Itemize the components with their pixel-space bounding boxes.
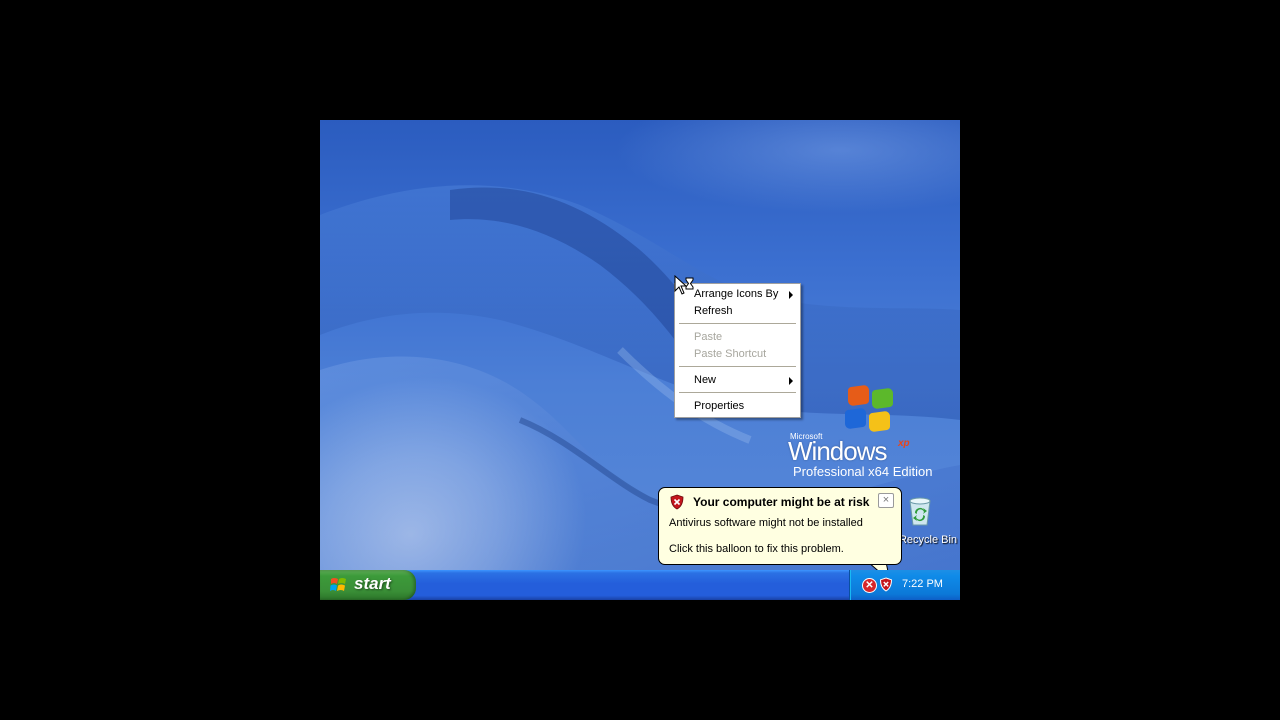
desktop-screen[interactable]: Microsoft Windows xp Professional x64 Ed… [320,120,960,600]
menu-separator [679,392,796,393]
security-alert-balloon[interactable]: Your computer might be at risk × Antivir… [658,487,902,565]
start-label: start [354,574,391,593]
flag-yellow-pane [869,410,890,433]
logo-edition-text: Professional x64 Edition [793,464,933,479]
security-shield-icon [670,494,684,510]
menu-item-paste[interactable]: Paste [676,329,799,346]
start-button[interactable]: start [320,570,416,600]
menu-item-paste-shortcut[interactable]: Paste Shortcut [676,346,799,363]
menu-item-label: Arrange Icons By [694,288,779,300]
menu-item-arrange-icons-by[interactable]: Arrange Icons By [676,286,799,303]
taskbar[interactable]: start ✕ 7:22 PM [320,570,960,600]
security-shield-icon[interactable] [879,577,893,592]
desktop-context-menu: Arrange Icons By Refresh Paste Paste Sho… [674,283,801,418]
flag-blue-pane [845,407,866,430]
recycle-bin-icon [909,497,931,526]
submenu-arrow-icon [789,377,793,385]
windows-flag-icon [330,578,346,591]
balloon-message: Antivirus software might not be installe… [669,517,863,529]
menu-item-label: Refresh [694,305,733,317]
balloon-close-button[interactable]: × [878,493,894,508]
menu-item-label: Paste [694,331,723,343]
balloon-title: Your computer might be at risk [693,495,870,509]
logo-xp-text: xp [898,438,910,449]
menu-separator [679,366,796,367]
menu-separator [679,323,796,324]
flag-green-pane [872,387,893,410]
submenu-arrow-icon [789,291,793,299]
error-icon[interactable]: ✕ [862,578,877,593]
flag-red-pane [848,384,869,407]
busy-cursor-icon [674,275,694,295]
logo-windows-text: Windows [788,436,887,466]
menu-item-label: Properties [694,400,745,412]
menu-item-refresh[interactable]: Refresh [676,303,799,320]
tray-clock[interactable]: 7:22 PM [902,578,943,590]
menu-item-properties[interactable]: Properties [676,398,799,415]
menu-item-new[interactable]: New [676,372,799,389]
menu-item-label: Paste Shortcut [694,348,767,360]
system-tray: ✕ 7:22 PM [849,570,960,600]
balloon-action-text: Click this balloon to fix this problem. [669,543,844,555]
menu-item-label: New [694,374,717,386]
windows-xp-logo: Microsoft Windows xp Professional x64 Ed… [788,384,958,481]
